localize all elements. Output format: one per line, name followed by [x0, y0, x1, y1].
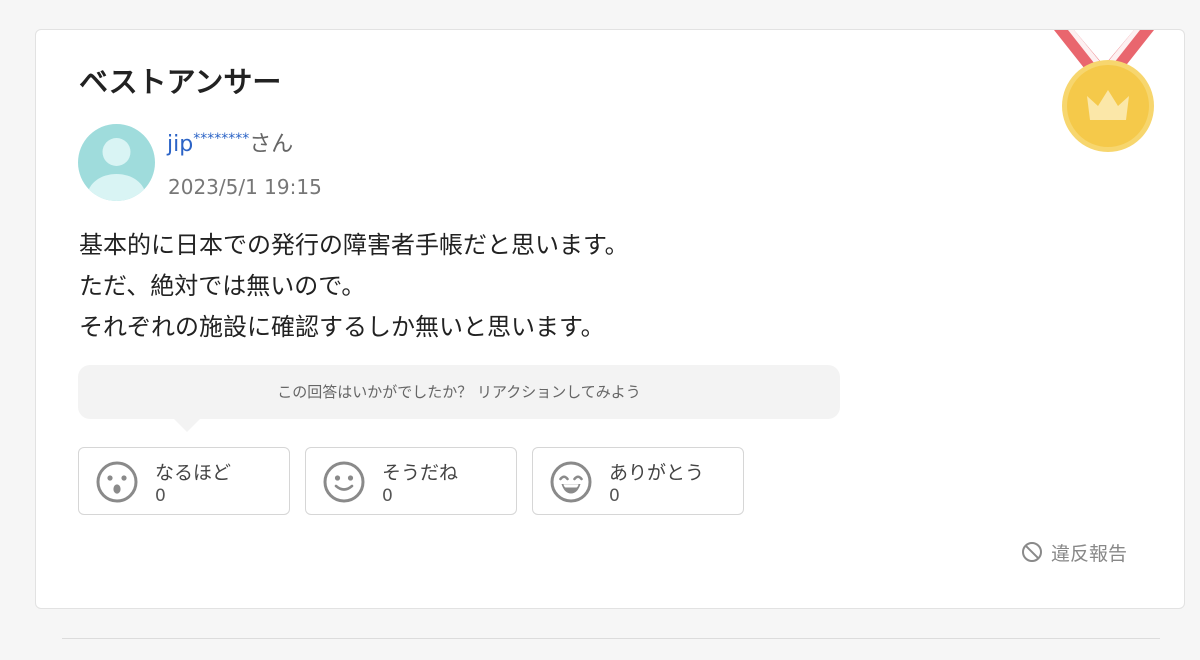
answerer-id-mask[interactable]: ******** — [193, 131, 249, 147]
reaction-count: 0 — [609, 486, 620, 506]
avatar[interactable] — [78, 124, 155, 201]
report-violation-label[interactable]: 違反報告 — [1051, 539, 1127, 566]
reaction-count: 0 — [382, 486, 393, 506]
reaction-naruhodo-button[interactable]: なるほど 0 — [78, 447, 290, 515]
prohibited-icon — [1022, 542, 1042, 562]
answerer-id[interactable]: jip — [167, 132, 193, 157]
answer-body: 基本的に日本での発行の障害者手帳だと思います。 ただ、絶対では無いので。 それぞ… — [79, 225, 979, 348]
reaction-label: ありがとう — [609, 462, 705, 484]
reaction-label: そうだね — [382, 462, 459, 484]
best-answer-heading: ベストアンサー — [79, 65, 282, 99]
answerer-honorific: さん — [249, 132, 294, 157]
reaction-arigatou-button[interactable]: ありがとう 0 — [532, 447, 744, 515]
reaction-prompt-tail — [174, 419, 200, 432]
answer-line: 基本的に日本での発行の障害者手帳だと思います。 — [79, 231, 629, 259]
answer-line: ただ、絶対では無いので。 — [79, 272, 366, 300]
medal-icon — [1054, 30, 1154, 152]
grin-face-icon — [550, 461, 592, 503]
answer-date: 2023/5/1 19:15 — [168, 175, 322, 199]
section-divider — [62, 638, 1160, 639]
reaction-prompt: この回答はいかがでしたか？ リアクションしてみよう — [78, 365, 840, 419]
answerer-name[interactable]: jip********さん — [167, 131, 293, 158]
answer-line: それぞれの施設に確認するしか無いと思います。 — [79, 313, 605, 341]
reaction-label: なるほど — [155, 462, 232, 484]
reaction-count: 0 — [155, 486, 166, 506]
reaction-soudane-button[interactable]: そうだね 0 — [305, 447, 517, 515]
best-answer-card: ベストアンサー jip********さん 2023/5/1 19:15 基本的… — [35, 29, 1185, 609]
smile-face-icon — [323, 461, 365, 503]
surprised-face-icon — [96, 461, 138, 503]
